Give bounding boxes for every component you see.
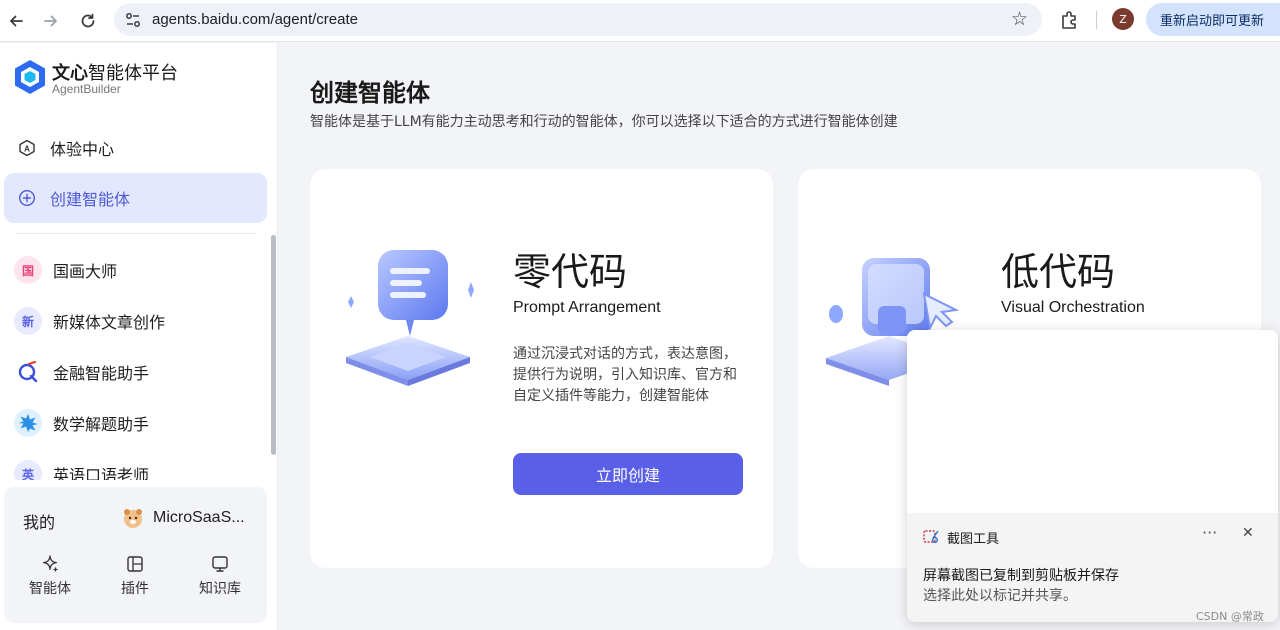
page-title: 创建智能体 [310,79,430,107]
notification-body[interactable]: 截图工具 ··· ✕ 屏幕截图已复制到剪贴板并保存 选择此处以标记并共享。 [907,513,1278,622]
notification-hint: 选择此处以标记并共享。 [923,588,1077,604]
svg-text:A: A [24,144,30,153]
agent-avatar: 国 [14,256,42,284]
profile-avatar[interactable]: Z [1112,8,1134,30]
list-item[interactable]: 数学解题助手 [14,405,149,441]
create-now-button[interactable]: 立即创建 [513,453,743,495]
mine-label: 我的 [23,513,56,532]
list-item[interactable]: 国 国画大师 [14,252,117,288]
close-icon[interactable]: ✕ [1242,525,1254,541]
agent-name: 英语口语老师 [53,466,150,480]
agent-avatar: 英 [14,460,42,480]
agent-avatar: 新 [14,307,42,335]
toolbar-divider [1096,11,1097,29]
more-options-icon[interactable]: ··· [1202,523,1217,542]
knowledge-icon [212,556,228,572]
card-subtitle: Prompt Arrangement [513,299,661,316]
site-info-icon[interactable] [124,11,142,29]
notification-message: 屏幕截图已复制到剪贴板并保存 [923,568,1119,584]
chat-bubble-illustration-icon [346,250,474,386]
agent-name: 国画大师 [53,262,118,281]
user-name: MicroSaaS... [153,509,245,526]
menu-item-create-agent[interactable]: 创建智能体 [4,173,267,223]
agent-a-icon: A [19,139,35,157]
menu-item-label: 创建智能体 [50,190,131,209]
list-item[interactable]: 金融智能助手 [14,354,149,390]
tool-label: 插件 [121,581,149,597]
tool-label: 知识库 [199,581,241,597]
card-subtitle: Visual Orchestration [1001,299,1145,316]
tool-knowledge[interactable]: 知识库 [188,554,252,598]
wenxin-logo-icon [15,60,45,94]
agent-name: 新媒体文章创作 [53,313,166,332]
tool-agents[interactable]: 智能体 [18,554,82,598]
url-text[interactable]: agents.baidu.com/agent/create [152,11,358,28]
extensions-icon[interactable] [1058,9,1080,31]
brand-subtitle: AgentBuilder [52,82,121,96]
user-avatar-icon [124,509,142,528]
user-account[interactable]: MicroSaaS... [122,507,245,529]
back-icon[interactable] [2,7,30,35]
tool-label: 智能体 [29,581,71,597]
zero-code-card[interactable]: 零代码 Prompt Arrangement 通过沉浸式对话的方式，表达意图， … [310,169,773,568]
finance-icon [14,358,42,386]
list-item[interactable]: 英 英语口语老师 [14,456,149,480]
screenshot-preview[interactable] [907,330,1278,513]
plugin-icon [127,556,143,572]
forward-icon[interactable] [37,7,65,35]
sidebar: 文心智能体平台 AgentBuilder A 体验中心 创建智能体 国 国画大师… [0,43,278,630]
agent-list: 国 国画大师 新 新媒体文章创作 金融智能助手 数学解题助手 英 英语口语老师 [0,243,270,480]
card-title: 零代码 [513,250,628,294]
watermark: CSDN @常政 [1196,610,1264,623]
sidebar-scrollbar[interactable] [271,235,276,455]
card-description: 通过沉浸式对话的方式，表达意图， 提供行为说明，引入知识库、官方和 自定义插件等… [513,346,737,404]
browser-toolbar: agents.baidu.com/agent/create ☆ Z 重新启动即可… [0,0,1280,42]
plus-circle-icon [18,189,36,207]
list-item[interactable]: 新 新媒体文章创作 [14,303,165,339]
tool-plugins[interactable]: 插件 [103,554,167,598]
snipping-tool-icon [923,530,939,543]
menu-item-label: 体验中心 [50,140,115,159]
menu-item-experience[interactable]: A 体验中心 [4,123,267,173]
math-icon [14,409,42,437]
agent-name: 金融智能助手 [53,364,150,383]
update-button[interactable]: 重新启动即可更新 [1146,3,1280,36]
sparkle-icon [42,555,58,572]
card-title: 低代码 [1001,250,1116,294]
address-bar[interactable]: agents.baidu.com/agent/create ☆ [114,3,1042,36]
sidebar-divider [16,233,256,234]
snipping-tool-notification[interactable]: 截图工具 ··· ✕ 屏幕截图已复制到剪贴板并保存 选择此处以标记并共享。 [907,330,1278,622]
reload-icon[interactable] [74,7,102,35]
page-subtitle: 智能体是基于LLM有能力主动思考和行动的智能体，你可以选择以下适合的方式进行智能… [310,114,898,130]
mine-panel: 我的 MicroSaaS... 智能体 插件 知识库 [4,487,267,623]
agent-name: 数学解题助手 [53,415,150,434]
bookmark-star-icon[interactable]: ☆ [1011,8,1028,30]
notification-app-name: 截图工具 [947,532,1000,547]
